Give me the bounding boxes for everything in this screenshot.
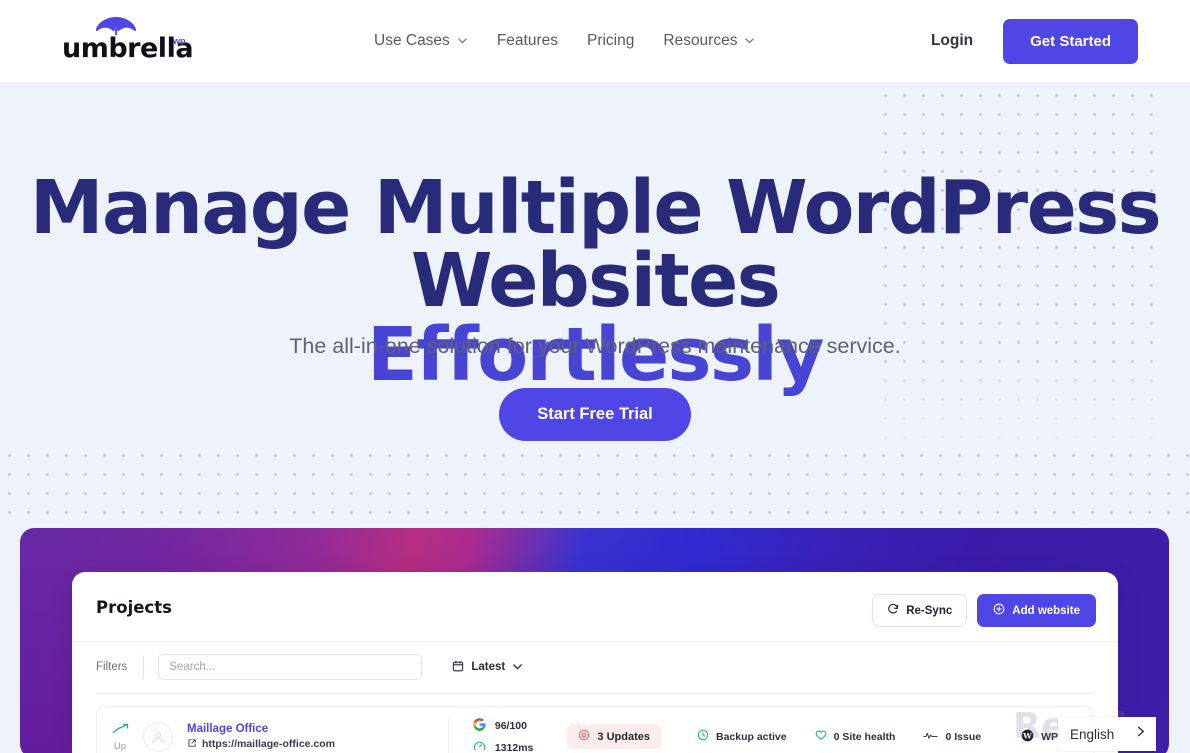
trend-up-icon [112,721,129,739]
site-health-label: 0 Site health [833,730,896,743]
dashboard-title: Projects [96,598,172,617]
add-website-label: Add website [1012,604,1080,617]
dashboard-preview-card: Projects Re-Sync Add website Filters Sea… [72,572,1118,753]
table-row[interactable]: Up Maillage Office https://maillage-offi… [96,706,1094,753]
hero-subtitle: The all-in-one solution for your WordPre… [289,334,901,358]
svg-text:W: W [1022,731,1032,740]
refresh-icon [887,603,899,618]
row-scores: 96/100 1312ms [472,717,534,753]
backup-clock-icon [697,729,709,744]
update-icon [578,729,590,744]
pagespeed-value: 96/100 [494,719,527,732]
nav-label: Features [496,32,558,49]
site-health: 0 Site health [815,729,896,744]
nav-item-pricing[interactable]: Pricing [587,32,649,50]
site-url-text: https://maillage-office.com [202,738,336,750]
search-input[interactable] [158,654,423,680]
row-metrics: Backup active 0 Site health 0 Issue [697,729,981,744]
updates-label: 3 Updates [597,730,650,743]
status-label: Up [113,741,127,752]
brand-superscript: wp [173,36,186,46]
chevron-down-icon [457,35,468,46]
add-website-button[interactable]: Add website [977,594,1096,627]
chevron-down-icon [512,661,523,672]
heart-icon [815,729,827,744]
sort-dropdown[interactable]: Latest [452,660,523,675]
chevron-down-icon [744,35,755,46]
sort-label: Latest [471,661,506,673]
login-link[interactable]: Login [931,32,973,50]
language-label: English [1070,726,1115,742]
nav-item-features[interactable]: Features [497,32,573,50]
start-free-trial-button[interactable]: Start Free Trial [499,388,691,441]
row-site-info: Maillage Office https://maillage-office.… [187,723,335,751]
language-selector[interactable]: English [1058,717,1156,751]
hero-heading-line1: Manage Multiple WordPress Websites [29,165,1162,325]
main-navigation: Use Cases Features Pricing Resources [374,0,770,82]
issues: 0 Issue [923,730,981,744]
speed-gauge-icon [473,740,486,753]
site-header: umbrella wp Use Cases Features Pricing R… [0,0,1190,82]
filter-bar: Filters Latest [96,654,523,680]
google-icon [472,717,486,734]
nav-label: Pricing [586,32,635,49]
nav-item-use-cases[interactable]: Use Cases [374,32,483,50]
divider [72,641,1118,642]
issues-label: 0 Issue [945,730,982,743]
row-updates: 3 Updates [567,724,661,749]
pulse-icon [923,730,939,744]
nav-label: Use Cases [374,32,450,49]
backup-label: Backup active [715,730,787,743]
plus-circle-icon [993,603,1005,618]
filters-label: Filters [96,661,128,673]
divider [96,693,1094,694]
nav-label: Resources [663,32,738,49]
loadtime: 1312ms [473,740,534,753]
site-url[interactable]: https://maillage-office.com [187,738,335,751]
divider [447,716,449,753]
wordpress-icon: W [1021,729,1034,745]
re-sync-label: Re-Sync [906,604,953,617]
brand-logo[interactable]: umbrella wp [62,16,194,64]
chevron-right-icon [1134,725,1147,743]
calendar-icon [452,660,464,675]
external-link-icon [187,738,197,751]
header-actions: Login Get Started [931,0,1138,82]
dot-pattern-bottom [0,446,1190,524]
avatar [143,721,173,752]
nav-item-resources[interactable]: Resources [663,32,770,50]
pagespeed-score: 96/100 [472,717,534,734]
divider [143,655,145,679]
re-sync-button[interactable]: Re-Sync [872,594,968,627]
site-avatar-icon [152,731,164,744]
hero-cta-wrap: Start Free Trial [0,388,1190,441]
row-status: Up [97,721,137,752]
get-started-button[interactable]: Get Started [1003,18,1138,64]
status-badge[interactable]: 3 Updates [567,724,661,749]
dashboard-header-actions: Re-Sync Add website [872,594,1096,627]
site-name-link[interactable]: Maillage Office [187,723,335,735]
backup-status: Backup active [697,729,787,744]
loadtime-value: 1312ms [494,741,534,753]
